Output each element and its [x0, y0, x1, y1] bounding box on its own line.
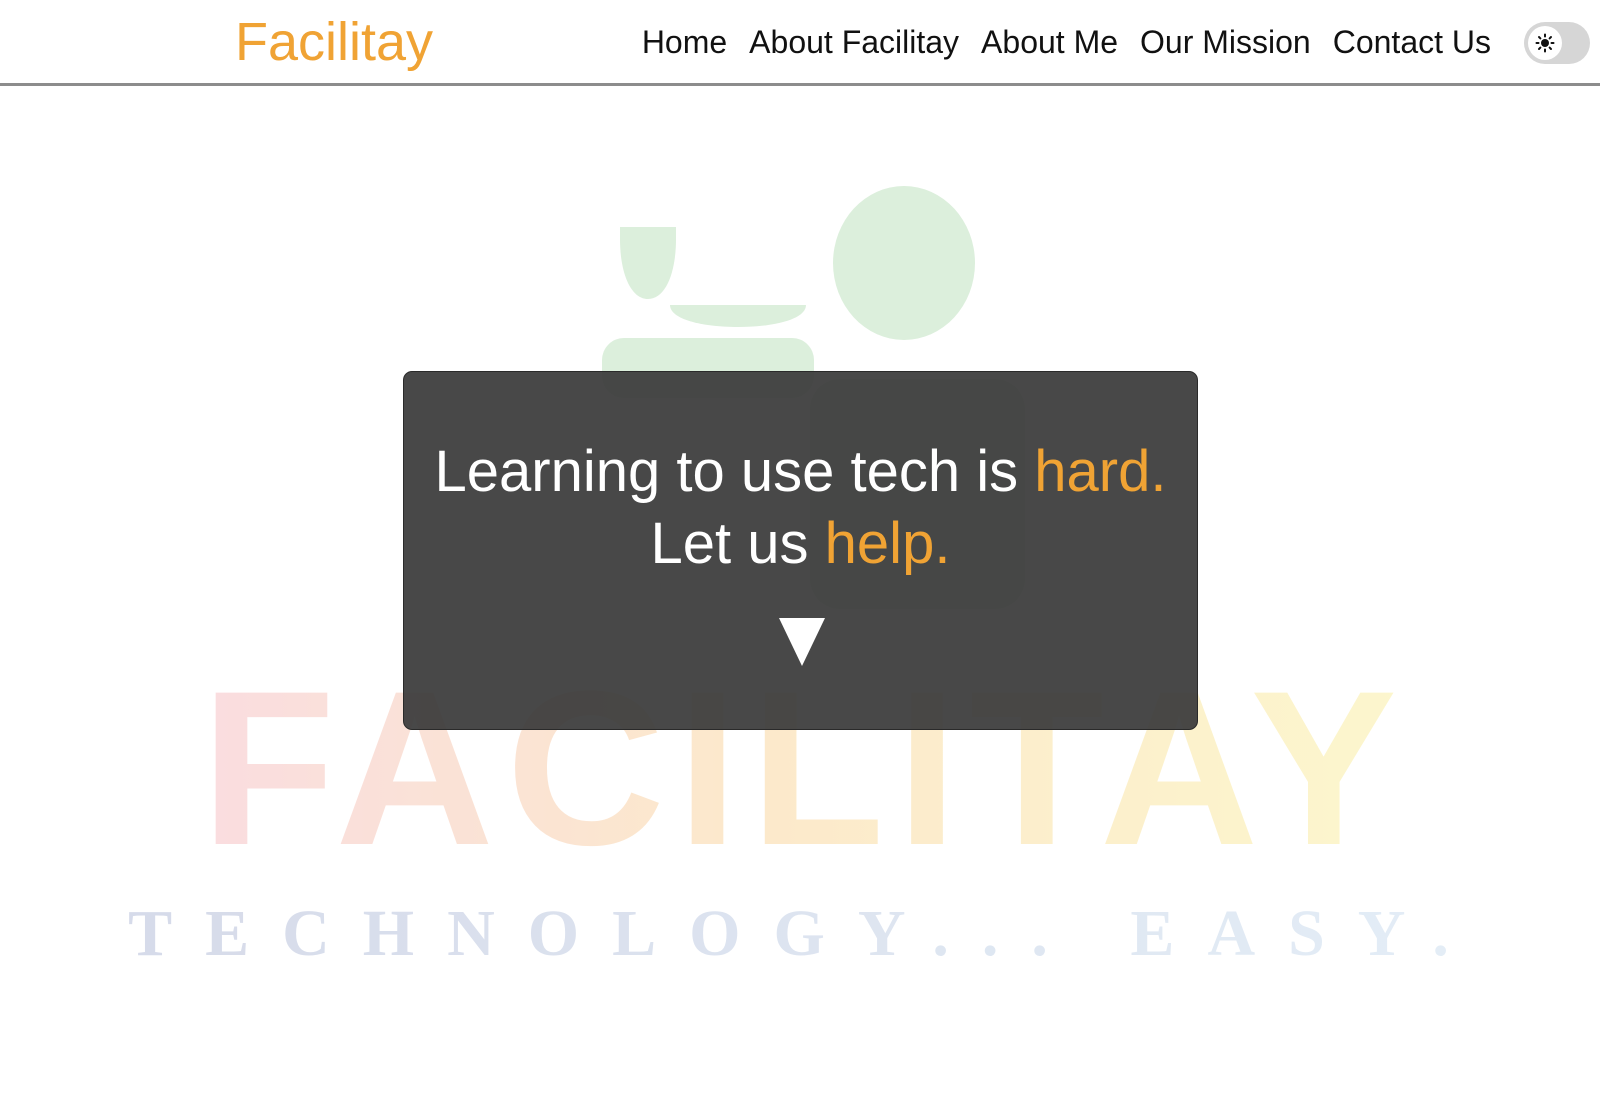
theme-toggle[interactable] — [1524, 22, 1590, 64]
nav-item-about-facilitay[interactable]: About Facilitay — [738, 20, 970, 64]
headline-line2-accent: help. — [824, 511, 951, 576]
hero-headline: Learning to use tech is hard. Let us hel… — [404, 372, 1197, 580]
hero-card: Learning to use tech is hard. Let us hel… — [403, 371, 1198, 730]
nav-item-home[interactable]: Home — [631, 20, 738, 64]
nav-item-contact-us[interactable]: Contact Us — [1322, 20, 1502, 64]
navbar: Facilitay Home About Facilitay About Me … — [0, 0, 1600, 86]
headline-line1-text: Learning to use tech is — [434, 439, 1035, 504]
background-tagline: TECHNOLOGY... EASY. — [128, 897, 1482, 970]
headline-line2-text: Let us — [650, 511, 825, 576]
nav-item-about-me[interactable]: About Me — [970, 20, 1129, 64]
nav-item-our-mission[interactable]: Our Mission — [1129, 20, 1322, 64]
sun-icon — [1535, 33, 1555, 53]
brand-logo[interactable]: Facilitay — [235, 12, 433, 72]
headline-line1-accent: hard. — [1034, 439, 1167, 504]
hero-section: FACILITAY TECHNOLOGY... EASY. Learning t… — [0, 89, 1600, 1100]
toggle-knob — [1528, 26, 1562, 60]
nav-links: Home About Facilitay About Me Our Missio… — [631, 20, 1502, 64]
triangle-down-icon[interactable] — [777, 616, 827, 668]
